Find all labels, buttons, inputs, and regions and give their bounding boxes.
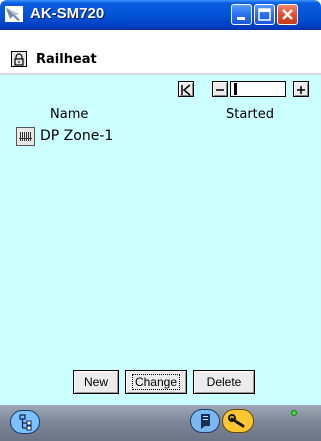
lock-icon — [14, 53, 24, 66]
tree-view-button[interactable] — [10, 410, 40, 434]
delete-button[interactable]: Delete — [193, 370, 255, 394]
notes-button[interactable] — [190, 409, 220, 433]
close-icon — [282, 9, 293, 20]
new-button[interactable]: New — [73, 370, 119, 394]
column-header-name: Name — [50, 107, 89, 122]
window-title: AK-SM720 — [30, 5, 105, 22]
change-button-label: Change — [131, 374, 181, 390]
minimize-button[interactable] — [231, 4, 252, 25]
first-page-icon — [181, 84, 191, 96]
page-title: Railheat — [36, 52, 97, 67]
content-area — [0, 75, 321, 405]
table-row-name[interactable]: DP Zone-1 — [40, 128, 113, 144]
delete-button-label: Delete — [206, 375, 242, 389]
app-icon — [5, 6, 23, 22]
column-header-started: Started — [226, 107, 275, 122]
close-button[interactable] — [277, 4, 298, 25]
first-page-button[interactable] — [178, 81, 194, 97]
title-bar[interactable]: AK-SM720 — [0, 0, 321, 30]
previous-button[interactable] — [212, 81, 228, 97]
heater-icon[interactable] — [16, 127, 35, 146]
maximize-icon — [258, 8, 271, 21]
next-icon — [297, 86, 305, 94]
wrench-icon — [228, 414, 245, 428]
next-button[interactable] — [293, 81, 309, 97]
maximize-button[interactable] — [254, 4, 275, 25]
minimize-icon — [237, 17, 245, 20]
lock-button[interactable] — [11, 51, 27, 67]
app-window: AK-SM720 Railheat Name Started DP Zone-1… — [0, 0, 321, 441]
new-button-label: New — [83, 375, 108, 389]
tree-view-icon — [19, 414, 32, 431]
settings-button[interactable] — [222, 409, 254, 433]
change-button[interactable]: Change — [125, 370, 187, 394]
bottom-toolbar — [0, 405, 321, 441]
page-slider[interactable] — [230, 81, 286, 97]
status-indicator — [291, 410, 297, 416]
notes-icon — [201, 414, 210, 429]
slider-thumb[interactable] — [234, 83, 237, 95]
previous-icon — [216, 89, 224, 91]
